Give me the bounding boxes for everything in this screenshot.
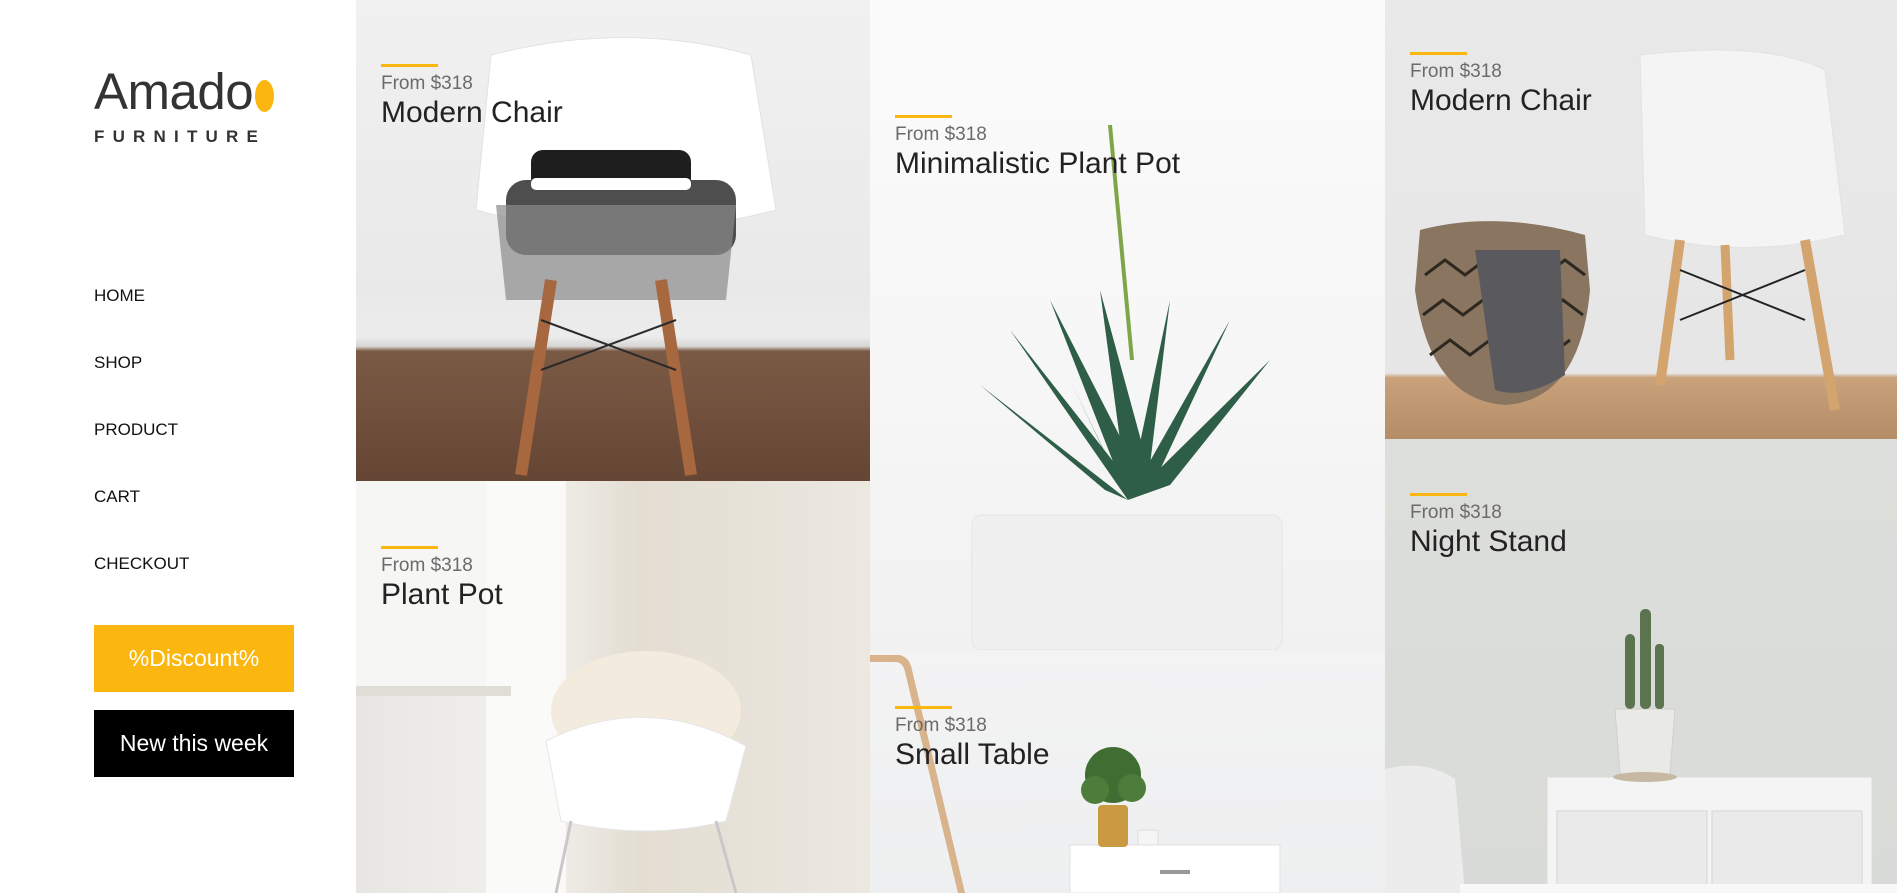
product-caption: From $318 Night Stand [1410,493,1567,560]
sidebar: Amado FURNITURE HOME SHOP PRODUCT CART C… [0,0,356,893]
logo-dot-icon [255,79,274,112]
nav-item-cart[interactable]: CART [94,486,189,553]
accent-bar [895,115,952,118]
product-tile-night-stand[interactable]: From $318 Night Stand [1385,439,1897,893]
product-tile-modern-chair[interactable]: From $318 Modern Chair [356,0,870,481]
accent-bar [381,64,438,67]
product-price: From $318 [381,73,473,94]
discount-button[interactable]: %Discount% [94,625,294,692]
product-price: From $318 [381,555,473,576]
main-nav: HOME SHOP PRODUCT CART CHECKOUT [94,285,189,620]
logo-wordmark: Amado [94,66,274,117]
product-caption: From $318 Modern Chair [1410,52,1592,119]
product-tile-plant-pot[interactable]: From $318 Plant Pot [356,481,870,893]
accent-bar [1410,52,1467,55]
product-price: From $318 [895,715,987,736]
accent-bar [1410,493,1467,496]
product-caption: From $318 Minimalistic Plant Pot [895,115,1180,182]
product-caption: From $318 Plant Pot [381,546,503,613]
product-caption: From $318 Modern Chair [381,64,563,131]
product-name: Plant Pot [381,578,503,611]
nav-item-checkout[interactable]: CHECKOUT [94,553,189,620]
accent-bar [895,706,952,709]
product-price: From $318 [895,124,987,145]
product-tile-modern-chair-2[interactable]: From $318 Modern Chair [1385,0,1897,439]
product-image [870,0,1385,650]
product-price: From $318 [1410,61,1502,82]
product-tile-small-table[interactable]: From $318 Small Table [870,650,1385,893]
new-this-week-button[interactable]: New this week [94,710,294,777]
rocking-chair-illustration [356,481,747,893]
nav-item-shop[interactable]: SHOP [94,352,189,419]
product-name: Small Table [895,738,1050,771]
nav-item-product[interactable]: PRODUCT [94,419,189,486]
succulent-illustration [971,124,1283,650]
logo-subtitle: FURNITURE [94,127,267,146]
product-name: Modern Chair [381,96,563,129]
product-caption: From $318 Small Table [895,706,1050,773]
nav-item-home[interactable]: HOME [94,285,189,352]
logo[interactable]: Amado FURNITURE [94,66,274,156]
accent-bar [381,546,438,549]
product-name: Minimalistic Plant Pot [895,147,1181,180]
product-image [356,481,870,893]
product-price: From $318 [1410,502,1502,523]
logo-name: Amado [94,63,254,120]
product-name: Modern Chair [1410,84,1592,117]
product-tile-minimalistic-plant-pot[interactable]: From $318 Minimalistic Plant Pot [870,0,1385,650]
product-name: Night Stand [1410,525,1567,558]
